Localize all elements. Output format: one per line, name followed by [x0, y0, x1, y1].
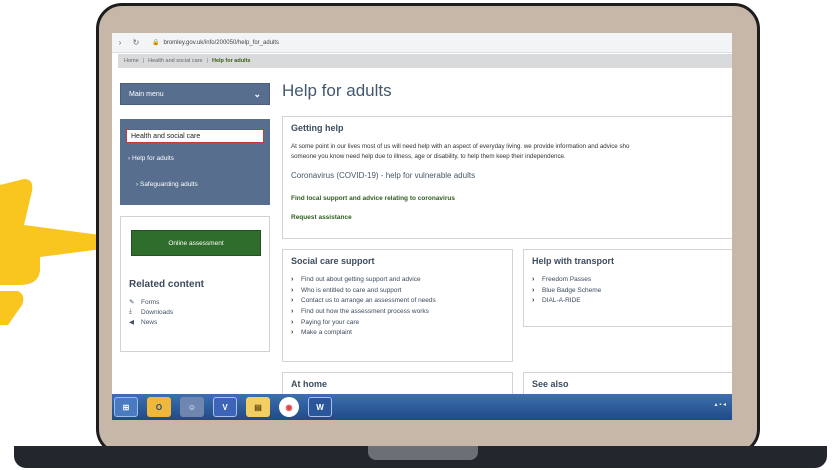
list-item-label: DIAL-A-RIDE: [542, 297, 581, 305]
start-button-icon[interactable]: ⊞: [114, 397, 138, 417]
at-home-heading: At home: [291, 379, 327, 389]
chevron-right-icon: ›: [532, 275, 535, 283]
forward-icon[interactable]: ›: [112, 38, 128, 47]
laptop-notch: [368, 446, 478, 460]
main-menu-label: Main menu: [129, 90, 164, 98]
list-item[interactable]: › Freedom Passes: [532, 274, 601, 285]
related-link-forms[interactable]: ✎ Forms: [129, 297, 173, 307]
list-item-label: Make a complaint: [301, 329, 352, 337]
system-tray-icon[interactable]: ▴ ▪ ◂: [715, 401, 726, 408]
sidebar-item-safeguarding[interactable]: › Safeguarding adults: [136, 181, 198, 188]
online-assessment-button[interactable]: Online assessment: [131, 230, 261, 256]
list-item[interactable]: › DIAL-A-RIDE: [532, 295, 601, 306]
social-care-list: › Find out about getting support and advi…: [291, 274, 436, 338]
chevron-right-icon: ›: [532, 286, 535, 294]
stage: › ↻ 🔒 bromley.gov.uk/info/200050/help_fo…: [0, 0, 838, 470]
list-item-label: Paying for your care: [301, 318, 360, 326]
taskbar: ⊞ O ☺ V ▤ ◉ W ▴ ▪ ◂: [112, 394, 732, 420]
social-care-heading: Social care support: [291, 256, 375, 266]
visio-icon[interactable]: V: [213, 397, 237, 417]
list-item-label: Find out how the assessment process work…: [301, 307, 429, 315]
list-item[interactable]: › Blue Badge Scheme: [532, 285, 601, 296]
related-content-heading: Related content: [129, 279, 205, 290]
outlook-icon[interactable]: O: [147, 397, 171, 417]
transport-list: › Freedom Passes › Blue Badge Scheme › DIAL…: [532, 274, 601, 306]
related-links: ✎ Forms ⤓ Downloads ◀ News: [129, 297, 173, 327]
megaphone-icon: ◀: [129, 319, 134, 326]
breadcrumb-separator: |: [206, 58, 208, 64]
related-link-label: Forms: [141, 298, 160, 306]
chevron-right-icon: ›: [291, 286, 294, 294]
chevron-right-icon: ›: [291, 297, 294, 305]
people-icon[interactable]: ☺: [180, 397, 204, 417]
list-item-label: Find out about getting support and advic…: [301, 275, 421, 283]
chevron-right-icon: ›: [291, 329, 294, 337]
related-link-label: Downloads: [141, 308, 174, 316]
list-item-label: Freedom Passes: [542, 275, 592, 283]
getting-help-heading: Getting help: [291, 123, 344, 133]
sidebar-item-help-for-adults[interactable]: › Help for adults: [128, 155, 174, 162]
list-item-label: Contact us to arrange an assessment of n…: [301, 297, 436, 305]
list-item[interactable]: › Find out about getting support and advi…: [291, 274, 436, 285]
related-link-label: News: [141, 318, 158, 326]
list-item-label: Who is entitled to care and support: [301, 286, 402, 294]
sidebar-submenu: Health and social care › Help for adults…: [120, 119, 270, 205]
covid-heading: Coronavirus (COVID-19) - help for vulner…: [291, 171, 476, 180]
chevron-right-icon: ›: [291, 275, 294, 283]
getting-help-line1: At some point in our lives most of us wi…: [291, 143, 630, 150]
list-item[interactable]: › Who is entitled to care and support: [291, 285, 436, 296]
sidebar-item-label: Help for adults: [131, 155, 174, 162]
address-bar[interactable]: › ↻ 🔒 bromley.gov.uk/info/200050/help_fo…: [112, 33, 732, 53]
chevron-down-icon: ⌄: [253, 88, 261, 99]
url-text[interactable]: bromley.gov.uk/info/200050/help_for_adul…: [163, 40, 279, 46]
local-support-link[interactable]: Find local support and advice relating t…: [291, 195, 455, 202]
chevron-right-icon: ›: [532, 297, 535, 305]
breadcrumb-current: Help for adults: [211, 58, 251, 64]
list-item-label: Blue Badge Scheme: [542, 286, 602, 294]
pencil-icon: ✎: [129, 299, 135, 306]
related-box: Online assessment Related content ✎ Forms…: [120, 216, 270, 352]
pointing-hand-icon: [0, 179, 107, 325]
getting-help-panel: Getting help At some point in our lives …: [282, 116, 732, 239]
getting-help-body: At some point in our lives most of us wi…: [291, 142, 732, 161]
laptop-screen: › ↻ 🔒 bromley.gov.uk/info/200050/help_fo…: [112, 33, 732, 420]
breadcrumb-separator: |: [142, 58, 145, 64]
list-item[interactable]: › Contact us to arrange an assessment of …: [291, 295, 436, 306]
transport-heading: Help with transport: [532, 256, 615, 266]
lock-icon: 🔒: [152, 40, 160, 46]
getting-help-line2: someone you know need help due to illnes…: [291, 152, 566, 160]
list-item[interactable]: › Find out how the assessment process wor…: [291, 306, 436, 317]
list-item[interactable]: › Paying for your care: [291, 317, 436, 328]
chevron-right-icon: ›: [291, 307, 294, 315]
download-icon: ⤓: [129, 308, 132, 315]
chevron-right-icon: ›: [291, 318, 294, 326]
sidebar-item-health[interactable]: Health and social care: [126, 129, 264, 143]
see-also-heading: See also: [532, 379, 569, 389]
sidebar-item-label: Safeguarding adults: [139, 181, 198, 188]
transport-card: Help with transport › Freedom Passes › Blu…: [523, 249, 732, 327]
breadcrumb: Home | Health and social care | Help for…: [118, 54, 732, 68]
breadcrumb-health[interactable]: Health and social care: [148, 58, 202, 64]
request-assistance-link[interactable]: Request assistance: [291, 214, 352, 221]
social-care-card: Social care support › Find out about gett…: [282, 249, 513, 362]
main-menu-button[interactable]: Main menu ⌄: [120, 83, 270, 105]
list-item[interactable]: › Make a complaint: [291, 327, 436, 338]
breadcrumb-home[interactable]: Home: [124, 58, 139, 64]
folder-icon[interactable]: ▤: [246, 397, 270, 417]
reload-icon[interactable]: ↻: [128, 38, 144, 47]
page-title: Help for adults: [282, 81, 392, 100]
related-link-news[interactable]: ◀ News: [129, 317, 173, 327]
chrome-icon[interactable]: ◉: [279, 397, 299, 417]
related-link-downloads[interactable]: ⤓ Downloads: [129, 307, 173, 317]
word-icon[interactable]: W: [308, 397, 332, 417]
